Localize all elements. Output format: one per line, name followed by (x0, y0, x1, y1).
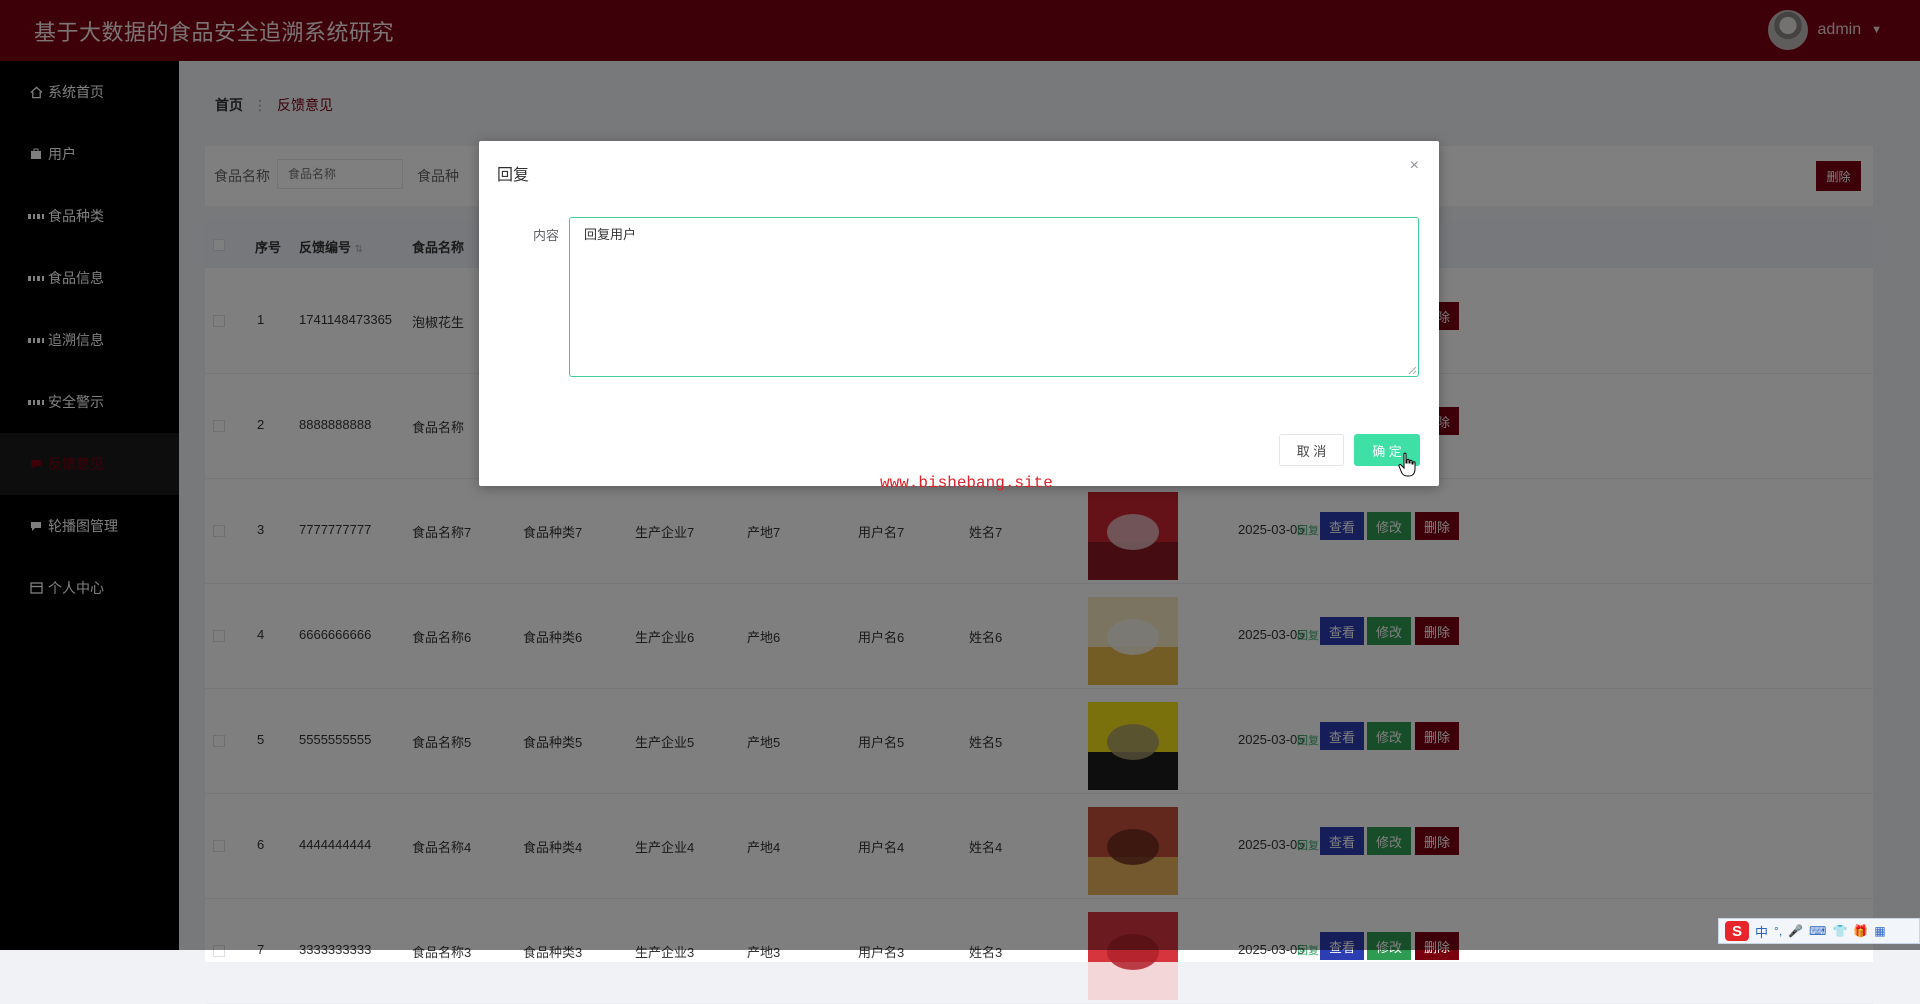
ime-mode[interactable]: 中 (1755, 922, 1768, 941)
dialog-title: 回复 (497, 167, 530, 184)
microphone-icon[interactable]: 🎤 (1788, 924, 1803, 938)
keyboard-icon[interactable]: ⌨ (1809, 924, 1826, 938)
close-icon[interactable]: × (1410, 157, 1419, 175)
cancel-button[interactable]: 取 消 (1279, 434, 1344, 466)
watermark-text: www.bishebang.site (880, 474, 1053, 492)
skin-icon[interactable]: 👕 (1832, 924, 1847, 938)
reply-content-textarea[interactable]: 回复用户 (569, 217, 1419, 377)
resize-grip-icon[interactable] (1407, 365, 1417, 375)
content-label: 内容 (533, 228, 560, 243)
reply-dialog: 回复 × 内容 回复用户 取 消 确 定 (479, 141, 1439, 486)
grid-menu-icon[interactable]: ▦ (1874, 924, 1885, 938)
gift-icon[interactable]: 🎁 (1853, 924, 1868, 938)
ime-toolbar[interactable]: S 中 °, 🎤 ⌨ 👕 🎁 ▦ (1718, 918, 1920, 944)
ime-punctuation[interactable]: °, (1774, 924, 1782, 938)
hand-cursor-icon (1398, 452, 1416, 477)
sogou-logo-icon[interactable]: S (1725, 921, 1749, 941)
